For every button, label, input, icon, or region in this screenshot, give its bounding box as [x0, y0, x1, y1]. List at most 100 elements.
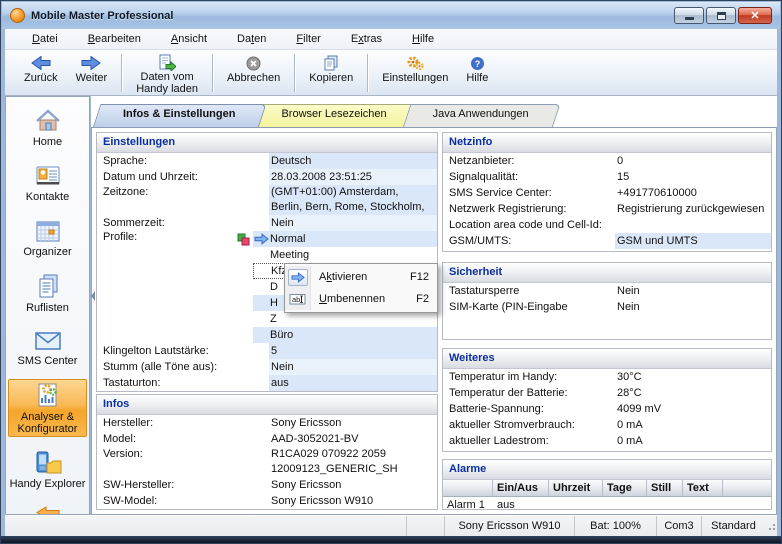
column-header-tage[interactable]: Tage: [603, 480, 647, 496]
info-row: SW-Model: Sony Ericsson W910: [97, 493, 437, 509]
svg-text:?: ?: [475, 59, 481, 69]
close-button[interactable]: ✕: [738, 7, 772, 24]
maximize-button[interactable]: [706, 7, 736, 24]
info-row: SMS Service Center: +491770610000: [443, 185, 771, 201]
sidebar-item-home[interactable]: Home: [8, 105, 87, 150]
organizer-icon: [34, 218, 62, 244]
info-row: SW-Hersteller: Sony Ericsson: [97, 477, 437, 493]
panel-title: Weiteres: [443, 349, 771, 369]
sidebar-item-synchronisieren[interactable]: Synchronisieren: [8, 502, 87, 515]
tab-browser-lesezeichen[interactable]: Browser Lesezeichen: [251, 104, 410, 127]
setting-row: Klingelton Lautstärke: 5: [97, 343, 437, 359]
copy-button[interactable]: Kopieren: [300, 53, 362, 93]
menu-item[interactable]: Datei: [17, 30, 73, 48]
forward-button[interactable]: Weiter: [67, 53, 117, 93]
sidebar-item-ruflisten[interactable]: Ruflisten: [8, 270, 87, 316]
menu-item[interactable]: Bearbeiten: [73, 30, 156, 48]
statusbar: Sony Ericsson W910 Bat: 100% Com3 Standa…: [5, 515, 777, 536]
maximize-icon: [717, 12, 726, 20]
profile-row-meeting[interactable]: Meeting: [253, 247, 437, 263]
panel-title: Infos: [97, 395, 437, 415]
toolbar-separator: [121, 54, 122, 92]
info-row: Netzanbieter: 0: [443, 153, 771, 169]
info-row: aktueller Ladestrom: 0 mA: [443, 433, 771, 449]
sidebar-item-handy-explorer[interactable]: Handy Explorer: [8, 447, 87, 492]
sms-center-icon: [33, 329, 63, 353]
sicherheit-panel: Sicherheit Tastatursperre Nein SIM-Karte…: [442, 262, 772, 340]
profile-row-hidden-3[interactable]: Z: [253, 311, 437, 327]
info-row: Version: R1CA029 070922 2059 12009123_GE…: [97, 447, 437, 477]
shortcut-label: F2: [416, 293, 429, 305]
panel-title: Alarme: [443, 460, 771, 480]
active-profile-arrow-icon: [254, 232, 270, 246]
tab-java-anwendungen[interactable]: Java Anwendungen: [403, 104, 553, 127]
context-menu-item-umbenennen[interactable]: ab Umbenennen F2: [285, 288, 437, 310]
info-row: Location area code und Cell-Id:: [443, 217, 771, 233]
column-header-still[interactable]: Still: [647, 480, 683, 496]
info-row: Batterie-Spannung: 4099 mV: [443, 401, 771, 417]
rename-icon: ab: [289, 292, 306, 306]
app-window: Mobile Master Professional ✕ Datei Bearb…: [0, 0, 782, 544]
menu-item[interactable]: Filter: [281, 30, 335, 48]
statusbar-device: Sony Ericsson W910: [444, 516, 574, 536]
menu-item[interactable]: Daten: [222, 30, 281, 48]
shortcut-label: F12: [410, 271, 429, 283]
panel-title: Sicherheit: [443, 263, 771, 283]
phone-explorer-icon: [33, 450, 63, 476]
sidebar-item-organizer[interactable]: Organizer: [8, 215, 87, 260]
toolbar-separator: [367, 54, 368, 92]
load-from-phone-button[interactable]: Daten vom Handy laden: [127, 53, 207, 93]
column-header-text[interactable]: Text: [683, 480, 723, 496]
einstellungen-panel: Einstellungen Sprache: Deutsch Datum und…: [96, 132, 438, 392]
info-row: Temperatur der Batterie: 28°C: [443, 385, 771, 401]
minimize-icon: [685, 17, 694, 20]
titlebar: Mobile Master Professional ✕: [2, 2, 780, 29]
sidebar-item-kontakte[interactable]: Kontakte: [8, 160, 87, 205]
sidebar-item-sms-center[interactable]: SMS Center: [8, 326, 87, 369]
menubar: Datei Bearbeiten Ansicht Daten Filter Ex…: [5, 29, 777, 50]
forward-arrow-icon: [81, 54, 101, 72]
back-arrow-icon: [31, 54, 51, 72]
info-row: Tastatursperre Nein: [443, 283, 771, 299]
resize-grip[interactable]: [765, 520, 777, 532]
window-bottom-frame: [1, 536, 781, 543]
sidebar-item-analyser-konfigurator[interactable]: Analyser & Konfigurator: [8, 379, 87, 437]
column-header-uhrzeit[interactable]: Uhrzeit: [549, 480, 603, 496]
context-menu-item-aktivieren[interactable]: Aktivieren F12: [285, 266, 437, 288]
setting-row: Tastaturton: aus: [97, 375, 437, 391]
statusbar-empty-segment: [406, 516, 444, 536]
tab-content: Einstellungen Sprache: Deutsch Datum und…: [91, 127, 777, 515]
close-icon: ✕: [750, 9, 759, 22]
profile-row-buero[interactable]: Büro: [253, 327, 437, 343]
back-button[interactable]: Zurück: [15, 53, 67, 93]
statusbar-battery: Bat: 100%: [574, 516, 656, 536]
tab-infos-einstellungen[interactable]: Infos & Einstellungen: [93, 104, 259, 127]
panel-title: Einstellungen: [97, 133, 437, 153]
info-row: Signalqualität: 15: [443, 169, 771, 185]
info-row: Netzwerk Registrierung: Registrierung zu…: [443, 201, 771, 217]
analyser-icon: [34, 382, 62, 409]
contacts-icon: [34, 163, 62, 189]
menu-item[interactable]: Hilfe: [397, 30, 449, 48]
setting-row: Stumm (alle Töne aus): Nein: [97, 359, 437, 375]
cancel-button[interactable]: Abbrechen: [218, 53, 289, 93]
menu-item[interactable]: Extras: [336, 30, 397, 48]
profile-row-normal[interactable]: Normal: [253, 231, 437, 247]
settings-button[interactable]: Einstellungen: [373, 53, 457, 93]
panel-title: Netzinfo: [443, 133, 771, 153]
column-header[interactable]: [443, 480, 493, 496]
info-row: Hersteller: Sony Ericsson: [97, 415, 437, 431]
window-title: Mobile Master Professional: [31, 10, 173, 22]
toolbar-separator: [212, 54, 213, 92]
sidebar-collapse-handle[interactable]: [91, 291, 95, 301]
minimize-button[interactable]: [674, 7, 704, 24]
help-button[interactable]: ? Hilfe: [457, 53, 497, 93]
statusbar-port: Com3: [656, 516, 701, 536]
toolbar-separator: [294, 54, 295, 92]
settings-gears-icon: [406, 54, 424, 72]
toolbar: Zurück Weiter Daten vom Handy laden Abbr…: [5, 50, 777, 96]
home-icon: [34, 108, 62, 134]
column-header-ein-aus[interactable]: Ein/Aus: [493, 480, 549, 496]
menu-item[interactable]: Ansicht: [156, 30, 222, 48]
profiles-label: Profile:: [97, 231, 237, 343]
